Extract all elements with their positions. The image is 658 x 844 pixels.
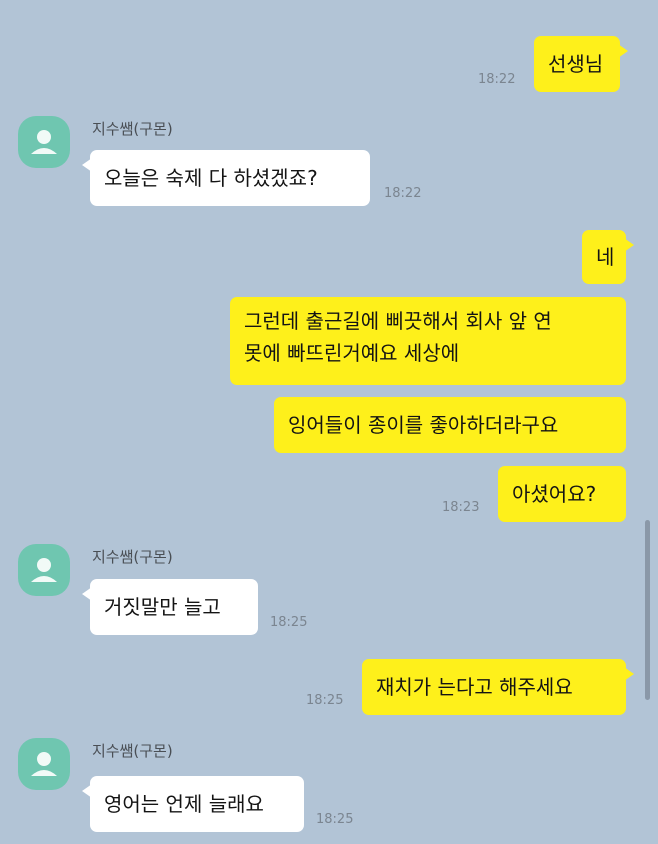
my-message-bubble[interactable]: 재치가 는다고 해주세요 <box>362 659 634 715</box>
scrollbar[interactable] <box>645 520 650 700</box>
their-message-bubble[interactable]: 거짓말만 늘고 <box>82 579 258 635</box>
their-message-bubble[interactable]: 오늘은 숙제 다 하셨겠죠? <box>82 150 370 206</box>
contact-avatar[interactable] <box>18 116 70 168</box>
message-line: 못에 빠뜨린거예요 세상에 <box>244 341 460 365</box>
contact-name: 지수쌤(구몬) <box>92 120 173 138</box>
default-profile-person-icon <box>31 130 57 154</box>
contact-avatar[interactable] <box>18 738 70 790</box>
message-time: 18:22 <box>384 186 422 201</box>
contact-name: 지수쌤(구몬) <box>92 742 173 760</box>
message-time: 18:25 <box>306 693 344 708</box>
message-time: 18:25 <box>316 812 354 827</box>
contact-name: 지수쌤(구몬) <box>92 548 173 566</box>
my-message-bubble[interactable]: 아셨어요? <box>498 466 626 522</box>
contact-avatar[interactable] <box>18 544 70 596</box>
message-time: 18:25 <box>270 615 308 630</box>
my-message-bubble[interactable]: 네 <box>582 230 634 284</box>
message-time: 18:22 <box>478 72 516 87</box>
chat-message-list[interactable]: 18:22 선생님 지수쌤(구몬) 오늘은 숙제 다 하셨겠죠? 18:22 네… <box>0 0 658 844</box>
their-message-bubble[interactable]: 영어는 언제 늘래요 <box>82 776 304 832</box>
message-time: 18:23 <box>442 500 480 515</box>
default-profile-person-icon <box>31 558 57 582</box>
my-message-bubble[interactable]: 그런데 출근길에 삐끗해서 회사 앞 연 못에 빠뜨린거예요 세상에 <box>230 297 626 385</box>
message-line: 그런데 출근길에 삐끗해서 회사 앞 연 <box>244 309 552 333</box>
my-message-bubble[interactable]: 선생님 <box>534 36 628 92</box>
default-profile-person-icon <box>31 752 57 776</box>
my-message-bubble[interactable]: 잉어들이 종이를 좋아하더라구요 <box>274 397 626 453</box>
